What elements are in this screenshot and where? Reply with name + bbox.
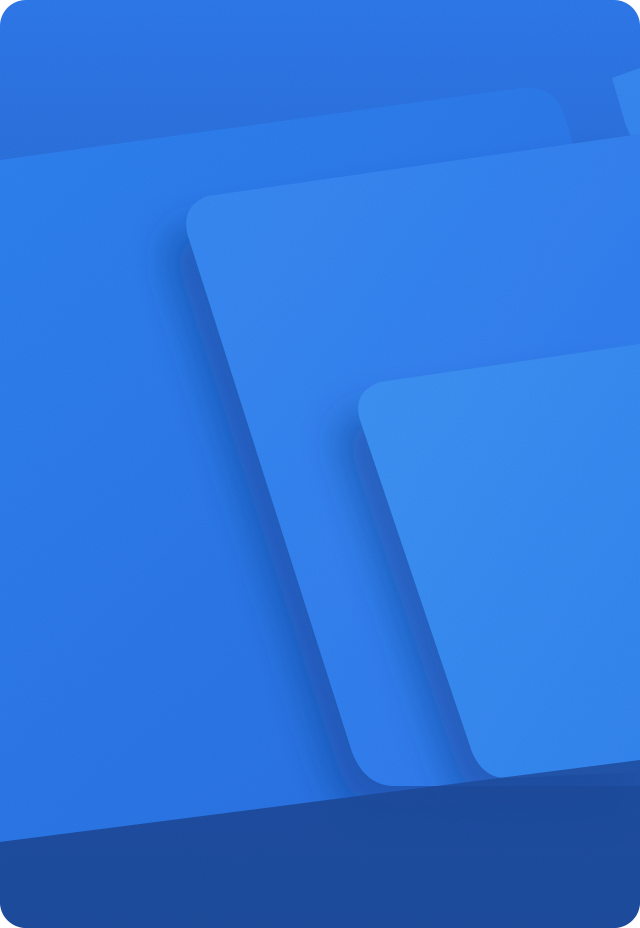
grain-overlay: [0, 0, 640, 928]
layered-cards-art: [0, 0, 640, 928]
abstract-illustration: [0, 0, 640, 928]
